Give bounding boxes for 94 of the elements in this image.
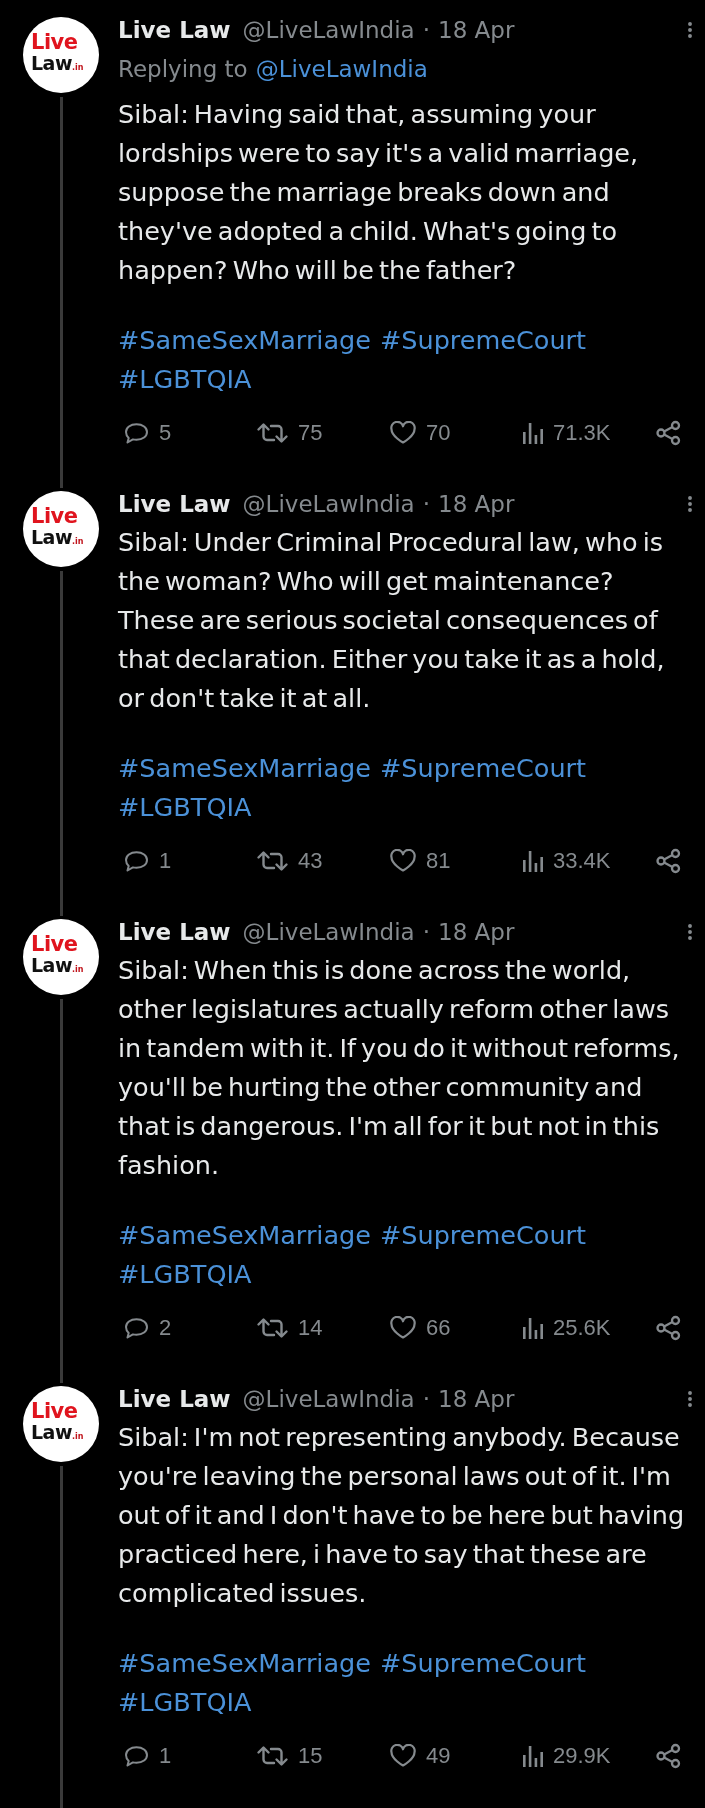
mention-link[interactable]: @LiveLawIndia <box>255 55 428 82</box>
heart-icon <box>389 1316 417 1340</box>
repost-button[interactable]: 43 <box>256 848 323 874</box>
avatar[interactable]: Live Law.in <box>23 919 99 995</box>
logo-text: Law <box>31 53 72 73</box>
speech-bubble-icon <box>123 1744 150 1768</box>
repost-button[interactable]: 14 <box>256 1315 323 1341</box>
post-text: Sibal: Having said that, assuming your lordships were to say it's a valid marriage, suppose the marriage breaks down and they've adopted a child. What's going to happen? Who will be the father? <box>118 98 640 287</box>
speech-bubble-icon <box>123 849 150 873</box>
share-button[interactable] <box>655 848 682 874</box>
share-icon <box>655 848 682 874</box>
author-handle[interactable]: @LiveLawIndia <box>242 1385 415 1412</box>
views-button[interactable]: 29.9K <box>522 1743 611 1769</box>
author-handle[interactable]: @LiveLawIndia <box>242 490 415 517</box>
hashtag-link[interactable]: #SameSexMarriage <box>118 1216 371 1255</box>
share-icon <box>655 1743 682 1769</box>
bar-chart-icon <box>522 849 544 873</box>
author-name[interactable]: Live Law <box>118 16 231 43</box>
views-button[interactable]: 71.3K <box>522 420 611 446</box>
meta-separator: · <box>422 1385 431 1412</box>
share-icon <box>655 1315 682 1341</box>
hashtag-link[interactable]: #SameSexMarriage <box>118 749 371 788</box>
reply-button[interactable]: 1 <box>123 1743 172 1769</box>
author-handle[interactable]: @LiveLawIndia <box>242 918 415 945</box>
logo-text: Live <box>31 1400 78 1422</box>
meta-separator: · <box>422 16 431 43</box>
author-name[interactable]: Live Law <box>118 490 231 517</box>
views-button[interactable]: 25.6K <box>522 1315 611 1341</box>
logo-text: Law <box>31 955 72 975</box>
bar-chart-icon <box>522 1316 544 1340</box>
like-button[interactable]: 70 <box>389 420 451 446</box>
speech-bubble-icon <box>123 421 150 445</box>
logo-text: Law <box>31 527 72 547</box>
more-icon[interactable] <box>687 1389 693 1408</box>
hashtag-link[interactable]: #SupremeCourt <box>379 1216 587 1255</box>
post-text: Sibal: I'm not representing anybody. Because you're leaving the personal laws out of it. I'm out of it and I don't have to be here but having practiced here, i have to say that these are complicated issues. <box>118 1421 686 1610</box>
more-icon[interactable] <box>687 20 693 39</box>
repost-arrows-icon <box>256 421 289 445</box>
like-button[interactable]: 66 <box>389 1315 451 1341</box>
like-button[interactable]: 49 <box>389 1743 451 1769</box>
share-button[interactable] <box>655 1743 682 1769</box>
repost-button[interactable]: 75 <box>256 420 323 446</box>
avatar[interactable]: Live Law.in <box>23 1386 99 1462</box>
post-date[interactable]: 18 Apr <box>438 490 515 517</box>
author-name[interactable]: Live Law <box>118 1385 231 1412</box>
replying-to-label: Replying to <box>118 55 248 82</box>
like-button[interactable]: 81 <box>389 848 451 874</box>
heart-icon <box>389 1744 417 1768</box>
post-date[interactable]: 18 Apr <box>438 918 515 945</box>
logo-text: Law <box>31 1422 72 1442</box>
hashtag-link[interactable]: #SameSexMarriage <box>118 1644 371 1683</box>
repost-arrows-icon <box>256 1744 289 1768</box>
hashtag-link[interactable]: #LGBTQIA <box>118 1683 252 1722</box>
hashtag-link[interactable]: #LGBTQIA <box>118 788 252 827</box>
reply-button[interactable]: 5 <box>123 420 172 446</box>
hashtag-link[interactable]: #SupremeCourt <box>379 1644 587 1683</box>
hashtag-link[interactable]: #SupremeCourt <box>379 321 587 360</box>
reply-button[interactable]: 1 <box>123 848 172 874</box>
logo-text: Live <box>31 31 78 53</box>
repost-arrows-icon <box>256 849 289 873</box>
avatar[interactable]: Live Law.in <box>23 491 99 567</box>
logo-suffix: .in <box>72 1432 84 1441</box>
logo-suffix: .in <box>72 63 84 72</box>
avatar[interactable]: Live Law.in <box>23 17 99 93</box>
logo-suffix: .in <box>72 965 84 974</box>
post-date[interactable]: 18 Apr <box>438 1385 515 1412</box>
bar-chart-icon <box>522 421 544 445</box>
reply-button[interactable]: 2 <box>123 1315 172 1341</box>
views-button[interactable]: 33.4K <box>522 848 611 874</box>
bar-chart-icon <box>522 1744 544 1768</box>
logo-suffix: .in <box>72 537 84 546</box>
repost-button[interactable]: 15 <box>256 1743 323 1769</box>
repost-arrows-icon <box>256 1316 289 1340</box>
share-button[interactable] <box>655 1315 682 1341</box>
logo-text: Live <box>31 933 78 955</box>
heart-icon <box>389 849 417 873</box>
post-date[interactable]: 18 Apr <box>438 16 515 43</box>
post-text: Sibal: Under Criminal Procedural law, who is the woman? Who will get maintenance? These are serious societal consequences of that declaration. Either you take it as a hold, or don't take it at all. <box>118 526 666 715</box>
speech-bubble-icon <box>123 1316 150 1340</box>
hashtag-link[interactable]: #LGBTQIA <box>118 1255 252 1294</box>
author-name[interactable]: Live Law <box>118 918 231 945</box>
author-handle[interactable]: @LiveLawIndia <box>242 16 415 43</box>
share-button[interactable] <box>655 420 682 446</box>
more-icon[interactable] <box>687 494 693 513</box>
more-icon[interactable] <box>687 922 693 941</box>
hashtag-link[interactable]: #SupremeCourt <box>379 749 587 788</box>
heart-icon <box>389 421 417 445</box>
post-text: Sibal: When this is done across the world, other legislatures actually reform other laws in tandem with it. If you do it without reforms, you'll be hurting the other community and that is dangerous. I'm all for it but not in this fashion. <box>118 954 681 1182</box>
hashtag-link[interactable]: #LGBTQIA <box>118 360 252 399</box>
logo-text: Live <box>31 505 78 527</box>
hashtag-link[interactable]: #SameSexMarriage <box>118 321 371 360</box>
meta-separator: · <box>422 918 431 945</box>
meta-separator: · <box>422 490 431 517</box>
share-icon <box>655 420 682 446</box>
